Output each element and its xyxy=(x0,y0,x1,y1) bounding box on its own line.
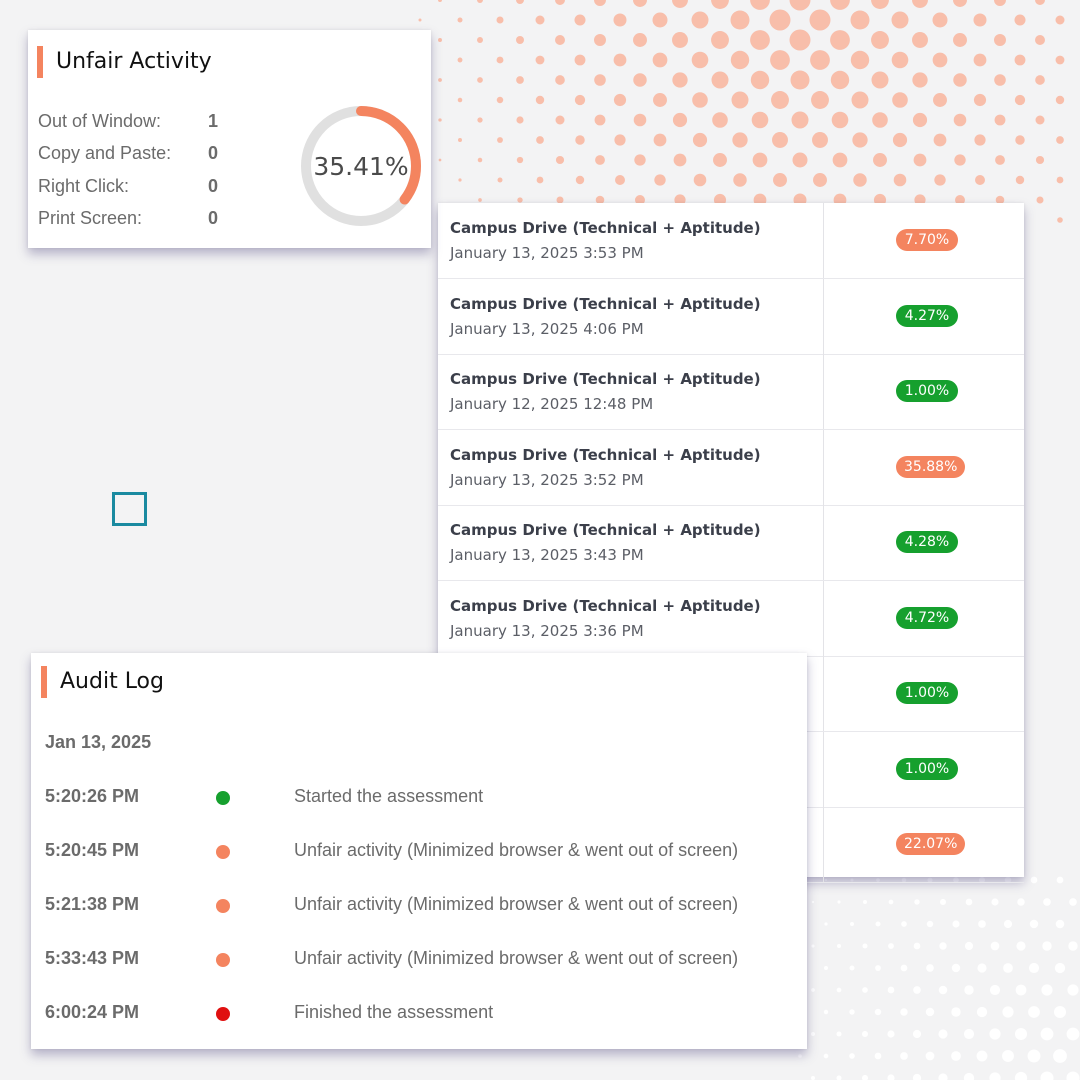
result-title: Campus Drive (Technical + Aptitude) xyxy=(450,445,761,464)
result-date: January 13, 2025 3:36 PM xyxy=(450,621,644,640)
stat-label: Out of Window: xyxy=(38,111,162,131)
log-time: 6:00:24 PM xyxy=(45,1002,140,1022)
log-entry: 6:00:24 PM Finished the assessment xyxy=(31,1002,807,1026)
result-date: January 13, 2025 3:43 PM xyxy=(450,546,644,564)
audit-log-title: Audit Log xyxy=(41,666,164,698)
stat-label: Print Screen: xyxy=(38,208,143,228)
log-entry: 5:33:43 PM Unfair activity (Minimized br… xyxy=(31,948,807,972)
unfair-activity-title: Unfair Activity xyxy=(37,46,212,78)
column-divider xyxy=(823,203,824,278)
column-divider xyxy=(823,505,824,580)
result-title: Campus Drive (Technical + Aptitude) xyxy=(450,596,761,615)
unfair-activity-card: Unfair Activity Out of Window: 1 Copy an… xyxy=(28,30,431,248)
score-badge: 4.27% xyxy=(896,304,958,327)
stat-value: 0 xyxy=(208,176,219,196)
log-text: Unfair activity (Minimized browser & wen… xyxy=(294,840,739,860)
stat-label: Copy and Paste: xyxy=(38,143,172,163)
status-dot xyxy=(216,899,230,913)
stat-value: 0 xyxy=(208,143,219,163)
result-title: Campus Drive (Technical + Aptitude) xyxy=(450,219,761,237)
stat-value: 0 xyxy=(208,208,219,228)
score-badge: 35.88% xyxy=(896,455,966,478)
result-row[interactable]: Campus Drive (Technical + Aptitude) Janua… xyxy=(438,203,1024,279)
unfair-score-text: 35.41% xyxy=(313,151,409,181)
result-date: January 13, 2025 4:06 PM xyxy=(450,319,644,338)
status-dot xyxy=(216,1007,230,1021)
status-dot xyxy=(216,953,230,967)
log-text: Finished the assessment xyxy=(294,1002,494,1022)
status-dot xyxy=(216,845,230,859)
cursor-marker-square xyxy=(112,492,147,526)
stat-value: 1 xyxy=(208,111,219,131)
status-dot xyxy=(216,791,230,805)
score-badge: 1.00% xyxy=(896,682,958,704)
audit-log-date: Jan 13, 2025 xyxy=(45,732,152,752)
result-date: January 13, 2025 3:53 PM xyxy=(450,244,644,262)
column-divider xyxy=(823,278,824,354)
log-text: Unfair activity (Minimized browser & wen… xyxy=(294,948,739,968)
log-time: 5:20:26 PM xyxy=(45,786,140,806)
result-row[interactable]: Campus Drive (Technical + Aptitude) Janua… xyxy=(438,429,1024,506)
column-divider xyxy=(823,580,824,656)
column-divider xyxy=(823,807,824,882)
log-entry: 5:21:38 PM Unfair activity (Minimized br… xyxy=(31,894,807,918)
result-date: January 12, 2025 12:48 PM xyxy=(450,395,654,413)
log-time: 5:21:38 PM xyxy=(45,894,140,914)
column-divider xyxy=(823,656,824,731)
result-title: Campus Drive (Technical + Aptitude) xyxy=(450,294,761,313)
score-badge: 4.72% xyxy=(896,606,958,629)
log-text: Unfair activity (Minimized browser & wen… xyxy=(294,894,739,914)
log-time: 5:33:43 PM xyxy=(45,948,140,968)
result-row[interactable]: Campus Drive (Technical + Aptitude) Janua… xyxy=(438,354,1024,430)
log-entry: 5:20:26 PM Started the assessment xyxy=(31,786,807,810)
log-entry: 5:20:45 PM Unfair activity (Minimized br… xyxy=(31,840,807,864)
audit-log-card: Audit Log Jan 13, 2025 5:20:26 PM Starte… xyxy=(31,653,807,1049)
score-badge: 1.00% xyxy=(896,380,958,402)
score-badge: 4.28% xyxy=(896,531,958,553)
score-badge: 1.00% xyxy=(896,757,958,780)
result-row[interactable]: Campus Drive (Technical + Aptitude) Janua… xyxy=(438,278,1024,355)
result-title: Campus Drive (Technical + Aptitude) xyxy=(450,521,761,539)
column-divider xyxy=(823,354,824,429)
column-divider xyxy=(823,429,824,505)
result-date: January 13, 2025 3:52 PM xyxy=(450,470,644,489)
column-divider xyxy=(823,731,824,807)
score-badge: 22.07% xyxy=(896,833,966,855)
result-row[interactable]: Campus Drive (Technical + Aptitude) Janua… xyxy=(438,505,1024,581)
log-text: Started the assessment xyxy=(294,786,484,806)
log-time: 5:20:45 PM xyxy=(45,840,140,860)
score-badge: 7.70% xyxy=(896,229,958,251)
result-title: Campus Drive (Technical + Aptitude) xyxy=(450,370,761,388)
stat-label: Right Click: xyxy=(38,176,130,196)
result-row[interactable]: Campus Drive (Technical + Aptitude) Janua… xyxy=(438,580,1024,657)
